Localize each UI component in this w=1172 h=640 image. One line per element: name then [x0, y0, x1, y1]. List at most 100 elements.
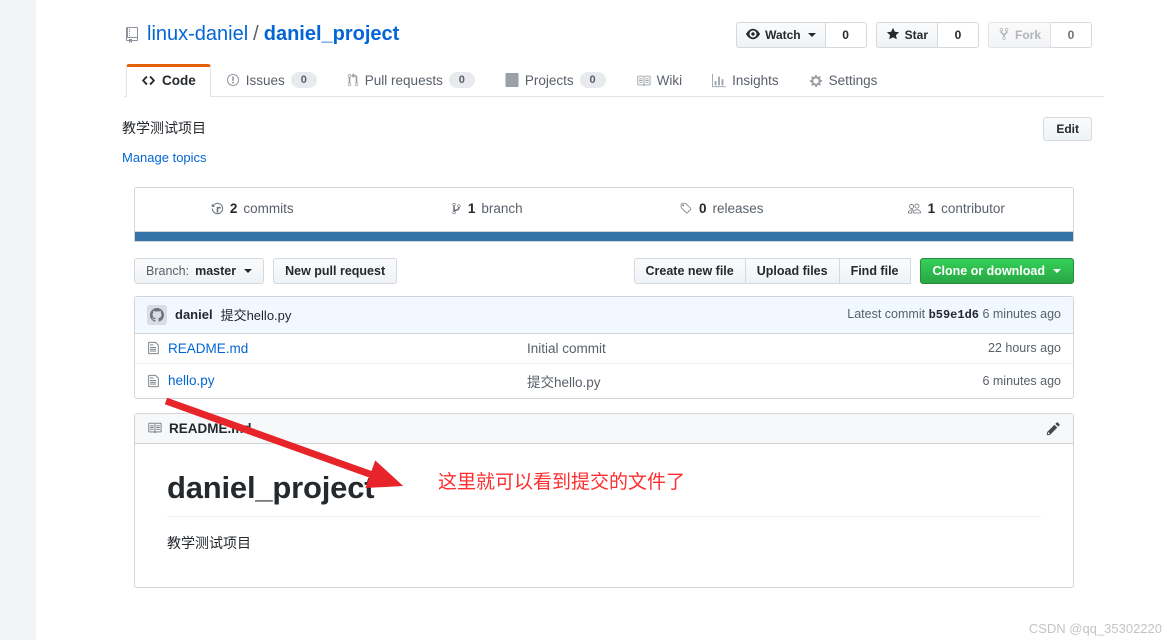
tab-projects[interactable]: Projects 0 — [490, 63, 621, 97]
git-branch-icon — [451, 202, 462, 215]
commits-link[interactable]: 2 commits — [211, 201, 294, 216]
create-new-file-button[interactable]: Create new file — [633, 257, 746, 284]
branches-label: branch — [481, 200, 523, 216]
repo-nav: Code Issues 0 Pull requests 0 Projects 0… — [124, 62, 1104, 98]
clone-or-download-label: Clone or download — [932, 263, 1046, 278]
numbers-summary: 2 commits 1 branch 0 releases 1 contribu… — [135, 188, 1073, 231]
tab-issues-label: Issues — [245, 72, 285, 88]
watch-count[interactable]: 0 — [825, 22, 867, 48]
branch-name-label: master — [195, 263, 237, 278]
readme-header: README.md — [135, 413, 1073, 444]
language-bar[interactable] — [135, 231, 1073, 241]
chevron-down-icon — [1053, 268, 1061, 273]
avatar — [147, 304, 167, 325]
watch-label: Watch — [765, 28, 801, 42]
contributors-label: contributor — [941, 200, 1005, 216]
commit-author[interactable]: daniel — [175, 307, 213, 322]
annotation-text: 这里就可以看到提交的文件了 — [438, 471, 686, 493]
manage-topics-link[interactable]: Manage topics — [122, 150, 207, 165]
tab-code-label: Code — [162, 73, 196, 89]
upload-files-button[interactable]: Upload files — [745, 257, 840, 284]
contributors-count: 1 — [927, 200, 936, 216]
repo-name-link[interactable]: daniel_project — [264, 22, 400, 47]
star-button[interactable]: Star — [875, 22, 938, 48]
branches-count: 1 — [467, 200, 476, 216]
repo-icon — [124, 26, 140, 43]
watch-button-group: Watch 0 — [736, 22, 867, 48]
latest-commit-bar: daniel 提交hello.py Latest commit b59e1d6 … — [135, 296, 1073, 334]
readme-container: README.md daniel_project 教学测试项目 — [134, 412, 1074, 588]
readme-body: daniel_project 教学测试项目 — [135, 444, 1073, 587]
eye-icon — [746, 27, 761, 44]
fork-count[interactable]: 0 — [1051, 22, 1092, 48]
breadcrumb: linux-daniel / daniel_project — [124, 22, 399, 47]
file-list-container: daniel 提交hello.py Latest commit b59e1d6 … — [134, 295, 1074, 399]
book-icon — [636, 74, 651, 88]
contributors-link[interactable]: 1 contributor — [907, 201, 1005, 216]
summary-commits: 2 commits — [135, 188, 370, 231]
tab-code[interactable]: Code — [126, 64, 211, 98]
history-icon — [211, 202, 224, 215]
branches-link[interactable]: 1 branch — [451, 201, 523, 216]
pencil-icon[interactable] — [1046, 421, 1061, 436]
gear-icon — [809, 74, 823, 88]
releases-link[interactable]: 0 releases — [679, 201, 764, 216]
readme-title: README.md — [169, 420, 252, 436]
star-button-group: Star 0 — [875, 22, 979, 48]
commit-sha[interactable]: b59e1d6 — [929, 308, 979, 322]
commit-age: 6 minutes ago — [982, 307, 1061, 322]
tab-pull-requests-count: 0 — [448, 72, 475, 89]
branch-select-button[interactable]: Branch: master — [134, 257, 265, 284]
fork-label: Fork — [1014, 28, 1041, 42]
file-link[interactable]: README.md — [168, 341, 248, 356]
tab-wiki[interactable]: Wiki — [621, 64, 698, 97]
commit-message[interactable]: 提交hello.py — [221, 305, 292, 324]
tab-pull-requests-label: Pull requests — [364, 72, 443, 88]
language-bar-wrap — [134, 231, 1074, 242]
repo-description-section: 教学测试项目 Manage topics Edit — [104, 97, 1104, 165]
tab-projects-count: 0 — [579, 72, 606, 89]
tab-settings-label: Settings — [828, 73, 878, 89]
chevron-down-icon — [807, 33, 816, 37]
new-pull-request-button[interactable]: New pull request — [273, 257, 398, 284]
pagehead-actions: Watch 0 Star 0 Fork 0 — [736, 22, 1092, 48]
file-commit-message[interactable]: 提交hello.py — [527, 371, 901, 391]
breadcrumb-separator: / — [253, 23, 259, 45]
tab-issues[interactable]: Issues 0 — [211, 63, 332, 97]
book-icon — [147, 421, 162, 435]
tab-insights[interactable]: Insights — [697, 64, 794, 97]
repo-owner-link[interactable]: linux-daniel — [147, 22, 248, 47]
graph-icon — [712, 73, 727, 88]
tab-settings[interactable]: Settings — [794, 64, 893, 97]
tab-insights-label: Insights — [732, 73, 779, 89]
file-icon — [147, 341, 160, 355]
fork-icon — [998, 27, 1010, 44]
clone-or-download-button[interactable]: Clone or download — [919, 257, 1074, 284]
fork-button[interactable]: Fork — [987, 22, 1051, 48]
git-pull-request-icon — [347, 73, 359, 87]
latest-commit-meta: Latest commit b59e1d6 6 minutes ago — [847, 307, 1061, 322]
tag-icon — [679, 202, 693, 215]
latest-commit-label: Latest commit — [847, 307, 926, 322]
watch-button[interactable]: Watch — [736, 22, 826, 48]
releases-count: 0 — [698, 200, 707, 216]
table-row[interactable]: README.md Initial commit 22 hours ago — [135, 334, 1073, 364]
file-link[interactable]: hello.py — [168, 373, 215, 388]
commits-count: 2 — [229, 200, 238, 216]
find-file-button[interactable]: Find file — [839, 257, 911, 284]
commits-label: commits — [243, 200, 294, 216]
table-row[interactable]: hello.py 提交hello.py 6 minutes ago — [135, 364, 1073, 398]
github-repo-page: linux-daniel / daniel_project Watch 0 St… — [36, 0, 1172, 640]
file-age: 6 minutes ago — [982, 373, 1061, 388]
file-commit-message[interactable]: Initial commit — [527, 341, 901, 356]
code-icon — [141, 73, 156, 88]
summary-releases: 0 releases — [604, 188, 839, 231]
tab-projects-label: Projects — [524, 72, 574, 88]
issue-opened-icon — [226, 73, 240, 87]
people-icon — [907, 202, 922, 215]
chevron-down-icon — [244, 268, 253, 273]
tab-pull-requests[interactable]: Pull requests 0 — [332, 63, 490, 97]
edit-button[interactable]: Edit — [1043, 117, 1092, 142]
star-count[interactable]: 0 — [937, 22, 979, 48]
repo-summary: 2 commits 1 branch 0 releases 1 contribu… — [134, 186, 1074, 232]
